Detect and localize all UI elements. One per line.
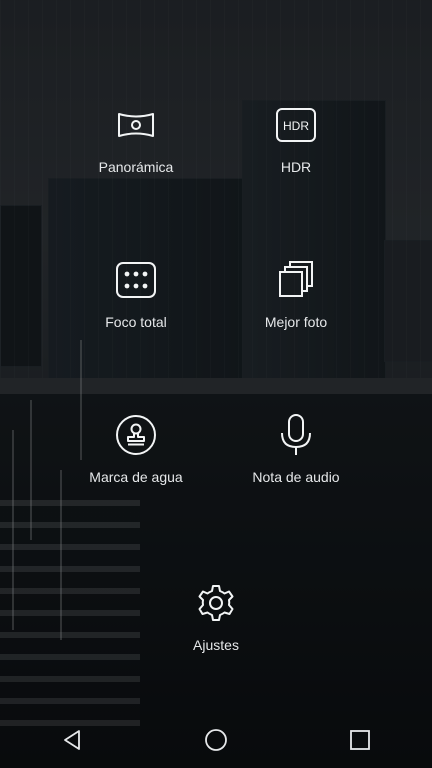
mode-best-photo[interactable]: Mejor foto xyxy=(216,258,376,330)
recents-square-icon xyxy=(350,730,370,750)
home-circle-icon xyxy=(205,729,227,751)
mode-label-hdr: HDR xyxy=(280,159,312,175)
settings-button[interactable]: Ajustes xyxy=(136,581,296,653)
mode-label-watermark: Marca de agua xyxy=(89,469,183,485)
panorama-icon xyxy=(114,103,158,147)
mode-all-focus[interactable]: Foco total xyxy=(56,258,216,330)
mode-audio-note[interactable]: Nota de audio xyxy=(216,413,376,485)
mode-hdr[interactable]: HDR HDR xyxy=(216,103,376,175)
all-focus-icon xyxy=(114,258,158,302)
gear-icon xyxy=(194,581,238,625)
back-triangle-icon xyxy=(64,730,80,750)
recents-button[interactable] xyxy=(312,712,408,768)
watermark-stamp-icon xyxy=(114,413,158,457)
mode-panorama[interactable]: Panorámica xyxy=(56,103,216,175)
microphone-icon xyxy=(274,413,318,457)
mode-label-panorama: Panorámica xyxy=(98,159,174,175)
mode-label-audio-note: Nota de audio xyxy=(252,469,340,485)
mode-watermark[interactable]: Marca de agua xyxy=(56,413,216,485)
back-button[interactable] xyxy=(24,712,120,768)
home-button[interactable] xyxy=(168,712,264,768)
mode-label-settings: Ajustes xyxy=(193,637,239,653)
system-navigation-bar xyxy=(0,712,432,768)
best-photo-icon xyxy=(274,258,318,302)
mode-label-all-focus: Foco total xyxy=(105,314,167,330)
mode-label-best-photo: Mejor foto xyxy=(264,314,328,330)
hdr-icon: HDR xyxy=(274,103,318,147)
svg-text:HDR: HDR xyxy=(283,119,309,133)
